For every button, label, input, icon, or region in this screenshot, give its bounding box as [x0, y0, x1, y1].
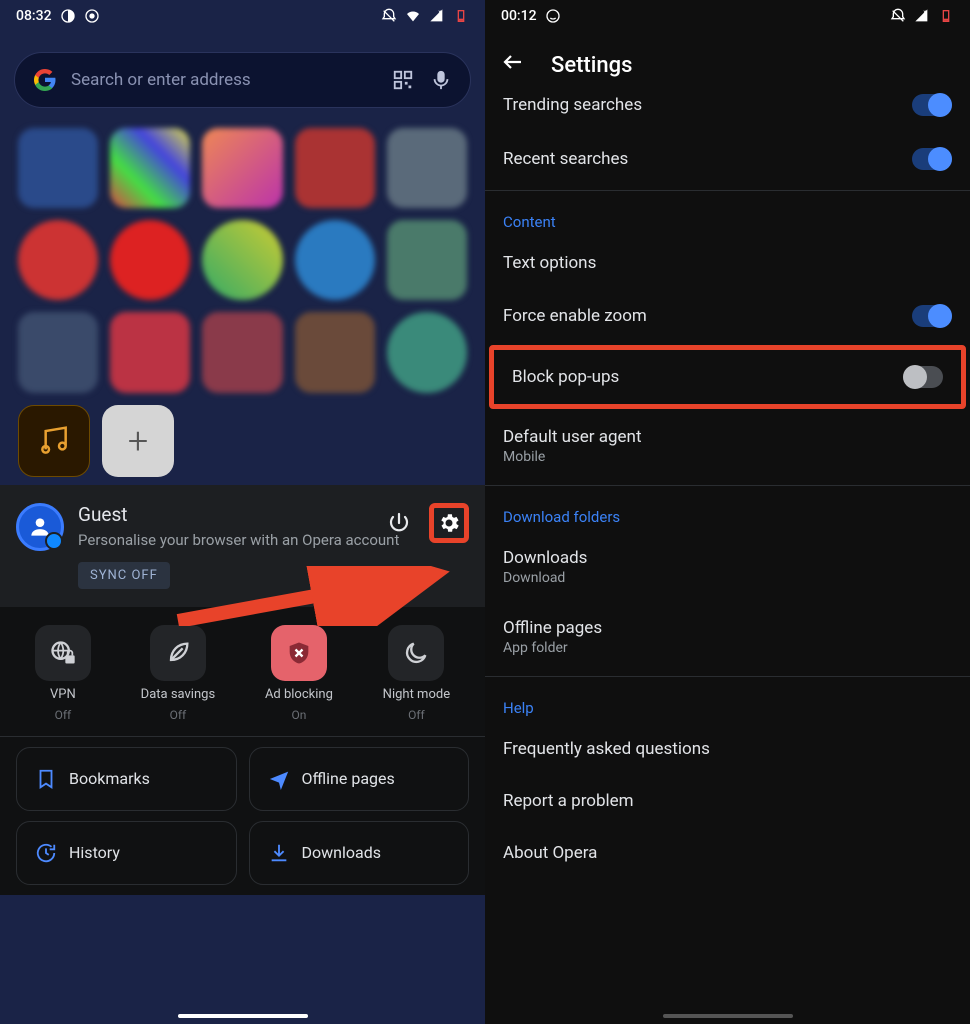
row-trending-searches[interactable]: Trending searches — [485, 90, 970, 132]
section-content: Content — [485, 195, 970, 237]
row-downloads-folder[interactable]: Downloads Download — [485, 532, 970, 602]
toggle-trending[interactable] — [912, 94, 952, 116]
mic-icon[interactable] — [430, 69, 452, 91]
speed-dial-tile[interactable] — [295, 128, 375, 208]
avatar[interactable] — [16, 503, 64, 551]
history-icon — [35, 842, 57, 864]
globe-lock-icon — [49, 639, 77, 667]
row-recent-searches[interactable]: Recent searches — [485, 132, 970, 186]
dnd-icon — [890, 8, 906, 24]
speed-dial-tile[interactable] — [110, 220, 190, 300]
section-download-folders: Download folders — [485, 490, 970, 532]
home-indicator — [663, 1014, 793, 1018]
signal-icon: x — [429, 8, 445, 24]
speed-dial-tile[interactable] — [202, 220, 282, 300]
quick-ad-blocking[interactable]: Ad blocking On — [265, 625, 333, 722]
battery-icon — [938, 8, 954, 24]
settings-header: Settings — [485, 32, 970, 90]
arrow-left-icon — [501, 50, 525, 74]
quick-night-mode[interactable]: Night mode Off — [383, 625, 450, 722]
power-button[interactable] — [379, 503, 419, 543]
row-report-problem[interactable]: Report a problem — [485, 775, 970, 827]
row-offline-pages-folder[interactable]: Offline pages App folder — [485, 602, 970, 672]
power-icon — [387, 511, 411, 535]
speed-dial-tile[interactable] — [18, 220, 98, 300]
row-faq[interactable]: Frequently asked questions — [485, 723, 970, 775]
search-bar[interactable]: Search or enter address — [14, 52, 471, 108]
bookmark-icon — [35, 768, 57, 790]
gear-icon — [437, 511, 461, 535]
leaf-icon — [164, 639, 192, 667]
plus-icon: + — [128, 420, 148, 462]
speed-dial-tile[interactable] — [18, 312, 98, 392]
speed-dial-tile[interactable] — [18, 128, 98, 208]
account-name: Guest — [78, 503, 399, 526]
row-block-popups[interactable]: Block pop-ups — [489, 345, 966, 409]
status-bar: 08:32 x — [0, 0, 485, 32]
signal-icon: x — [914, 8, 930, 24]
status-bar: 00:12 x — [485, 0, 970, 32]
toggle-recent[interactable] — [912, 148, 952, 170]
opera-settings-screen: 00:12 x Settings Trending searches Recen… — [485, 0, 970, 1024]
toggle-force-zoom[interactable] — [912, 305, 952, 327]
quick-data-savings[interactable]: Data savings Off — [141, 625, 215, 722]
speed-dial-tile[interactable] — [295, 220, 375, 300]
status-time: 00:12 — [501, 8, 537, 24]
download-icon — [268, 842, 290, 864]
settings-gear-button[interactable] — [429, 503, 469, 543]
battery-icon — [453, 8, 469, 24]
firefox-icon — [60, 8, 76, 24]
sync-badge[interactable]: SYNC OFF — [78, 562, 170, 589]
shield-block-icon — [285, 639, 313, 667]
speed-dial-tile[interactable] — [202, 312, 282, 392]
svg-text:x: x — [438, 9, 441, 15]
add-speed-dial-button[interactable]: + — [102, 405, 174, 477]
page-title: Settings — [551, 53, 632, 78]
moon-icon — [402, 639, 430, 667]
back-button[interactable] — [501, 50, 525, 80]
dnd-icon — [381, 8, 397, 24]
toggle-block-popups[interactable] — [903, 366, 943, 388]
speed-dial-tile[interactable] — [202, 128, 282, 208]
svg-text:x: x — [923, 9, 926, 15]
row-about-opera[interactable]: About Opera — [485, 827, 970, 879]
downloads-button[interactable]: Downloads — [249, 821, 470, 885]
row-user-agent[interactable]: Default user agent Mobile — [485, 411, 970, 481]
offline-pages-button[interactable]: Offline pages — [249, 747, 470, 811]
chrome-icon — [84, 8, 100, 24]
search-placeholder: Search or enter address — [71, 70, 378, 90]
wifi-icon — [405, 8, 421, 24]
speed-dial-grid — [0, 128, 485, 208]
history-button[interactable]: History — [16, 821, 237, 885]
speed-dial-tile[interactable] — [110, 128, 190, 208]
music-icon — [34, 421, 74, 461]
account-subtitle: Personalise your browser with an Opera a… — [78, 530, 399, 550]
home-indicator — [178, 1014, 308, 1018]
section-help: Help — [485, 681, 970, 723]
speed-dial-tile[interactable] — [295, 312, 375, 392]
avatar-edit-icon — [45, 532, 63, 550]
music-tile[interactable] — [18, 405, 90, 477]
status-time: 08:32 — [16, 8, 52, 24]
speed-dial-tile[interactable] — [387, 128, 467, 208]
quick-vpn[interactable]: VPN Off — [35, 625, 91, 722]
speed-dial-tile[interactable] — [110, 312, 190, 392]
speed-dial-tile[interactable] — [387, 312, 467, 392]
google-logo-icon — [33, 68, 57, 92]
account-panel: Guest Personalise your browser with an O… — [0, 485, 485, 607]
bookmarks-button[interactable]: Bookmarks — [16, 747, 237, 811]
opera-home-screen: 08:32 x Search or enter address — [0, 0, 485, 1024]
row-force-zoom[interactable]: Force enable zoom — [485, 289, 970, 343]
speed-dial-tile[interactable] — [387, 220, 467, 300]
quick-toggles: VPN Off Data savings Off Ad blocking On … — [0, 607, 485, 736]
plane-icon — [268, 768, 290, 790]
whatsapp-icon — [545, 8, 561, 24]
qr-icon[interactable] — [392, 69, 414, 91]
row-text-options[interactable]: Text options — [485, 237, 970, 289]
